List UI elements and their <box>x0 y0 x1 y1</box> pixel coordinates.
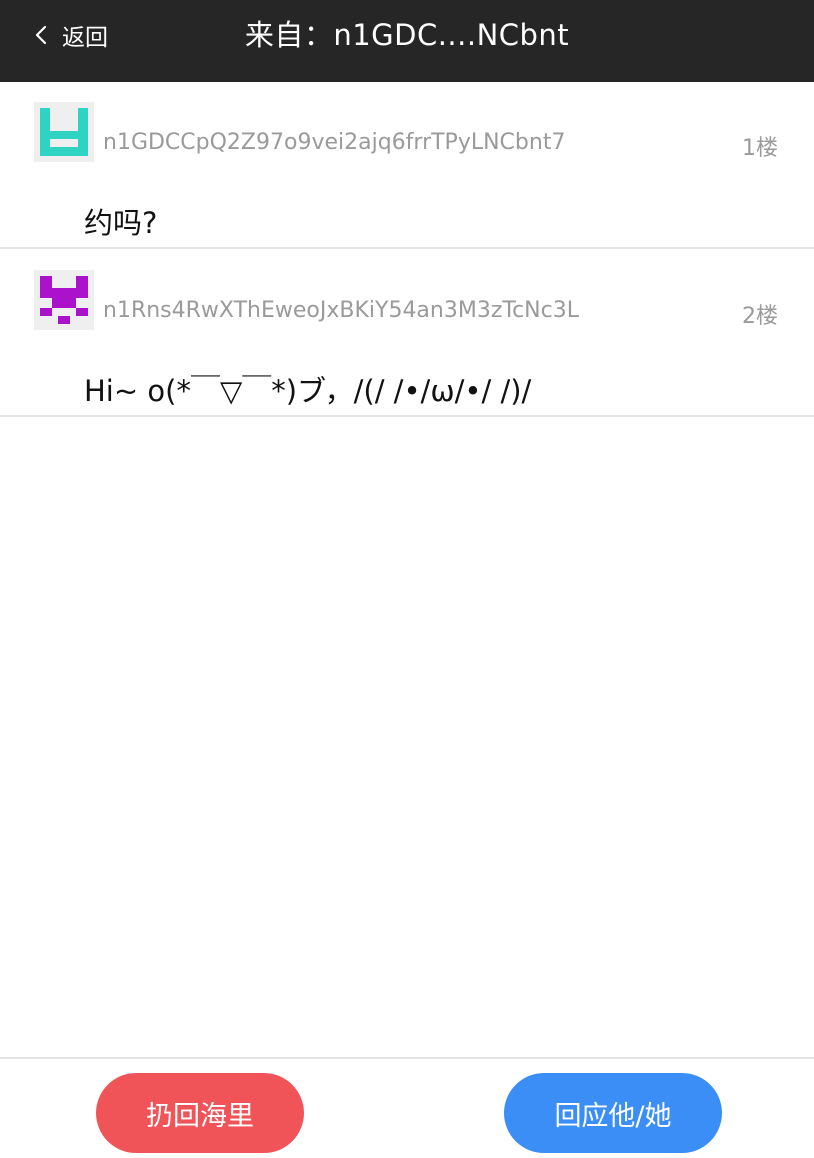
author-id: n1Rns4RwXThEweoJxBKiY54an3M3zTcNc3L <box>103 298 579 323</box>
list-item: n1GDCCpQ2Z97o9vei2ajq6frrTPyLNCbnt7 1楼 约… <box>0 82 814 249</box>
action-bar: 扔回海里 回应他/她 <box>0 1057 814 1158</box>
floor-number: 2楼 <box>742 304 778 329</box>
reply-button[interactable]: 回应他/她 <box>504 1073 722 1153</box>
page-title: 来自：n1GDC....NCbnt <box>244 18 570 52</box>
throw-back-button[interactable]: 扔回海里 <box>96 1073 304 1153</box>
floor-number: 1楼 <box>742 136 778 161</box>
post-content: Hi~ o(*￣▽￣*)ブ，/(/ /•/ω/•/ /)/ <box>84 374 532 408</box>
avatar <box>34 270 94 330</box>
identicon-avatar-icon <box>34 102 94 162</box>
top-bar: 返回 来自：n1GDC....NCbnt <box>0 0 814 82</box>
identicon-avatar-icon <box>34 270 94 330</box>
list-item: n1Rns4RwXThEweoJxBKiY54an3M3zTcNc3L 2楼 H… <box>0 250 814 417</box>
author-id: n1GDCCpQ2Z97o9vei2ajq6frrTPyLNCbnt7 <box>103 130 566 155</box>
avatar <box>34 102 94 162</box>
post-content: 约吗? <box>84 206 158 240</box>
